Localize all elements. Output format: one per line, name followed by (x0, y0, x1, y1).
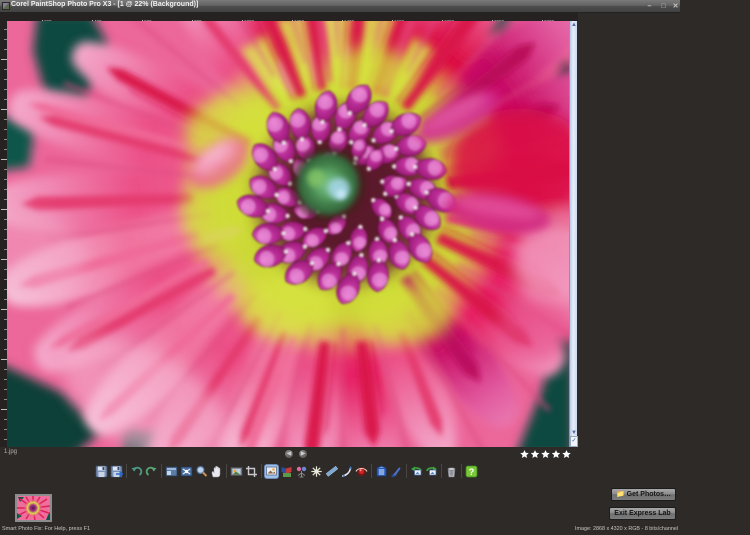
svg-text:?: ? (469, 467, 475, 477)
